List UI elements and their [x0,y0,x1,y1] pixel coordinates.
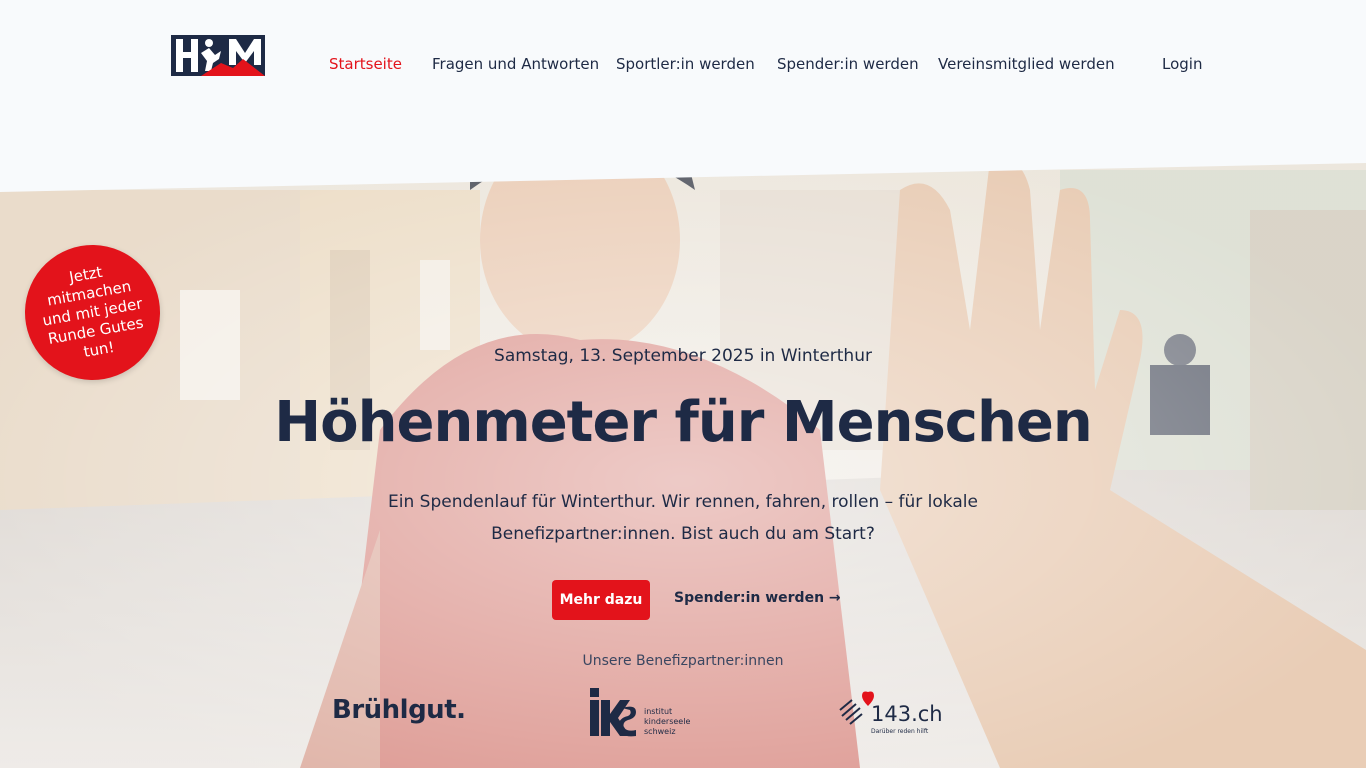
p143-name: 143.ch [871,702,943,726]
hfm-logo[interactable] [171,35,265,76]
site-header: Startseite Fragen und Antworten Sportler… [0,0,1366,130]
hero-description: Ein Spendenlauf für Winterthur. Wir renn… [388,492,978,544]
nav-vereinsmitglied-werden[interactable]: Vereinsmitglied werden [938,55,1115,73]
spender-werden-link[interactable]: Spender:in werden → [674,590,841,606]
hero-title: Höhenmeter für Menschen [274,390,1092,455]
partners-label: Unsere Benefizpartner:innen [582,653,784,669]
partner-iks-logo[interactable]: institut kinderseele schweiz [588,688,698,738]
nav-sportler-werden[interactable]: Sportler:in werden [616,55,755,73]
nav-spender-werden[interactable]: Spender:in werden [777,55,919,73]
nav-fragen-und-antworten[interactable]: Fragen und Antworten [432,55,599,73]
partner-143-logo[interactable]: 143.ch Darüber reden hilft [838,688,943,738]
partner-bruehlgut-logo[interactable]: Brühlgut. [332,695,466,725]
iks-text: institut kinderseele schweiz [644,707,691,736]
hero-top-diagonal [0,130,1366,192]
mehr-dazu-button[interactable]: Mehr dazu [552,580,650,620]
heart-icon [839,691,874,725]
iks-mark-icon [590,688,636,737]
nav-startseite[interactable]: Startseite [329,55,402,73]
p143-tagline: Darüber reden hilft [871,728,929,735]
event-date: Samstag, 13. September 2025 in Winterthu… [494,346,872,366]
login-link[interactable]: Login [1162,55,1202,73]
